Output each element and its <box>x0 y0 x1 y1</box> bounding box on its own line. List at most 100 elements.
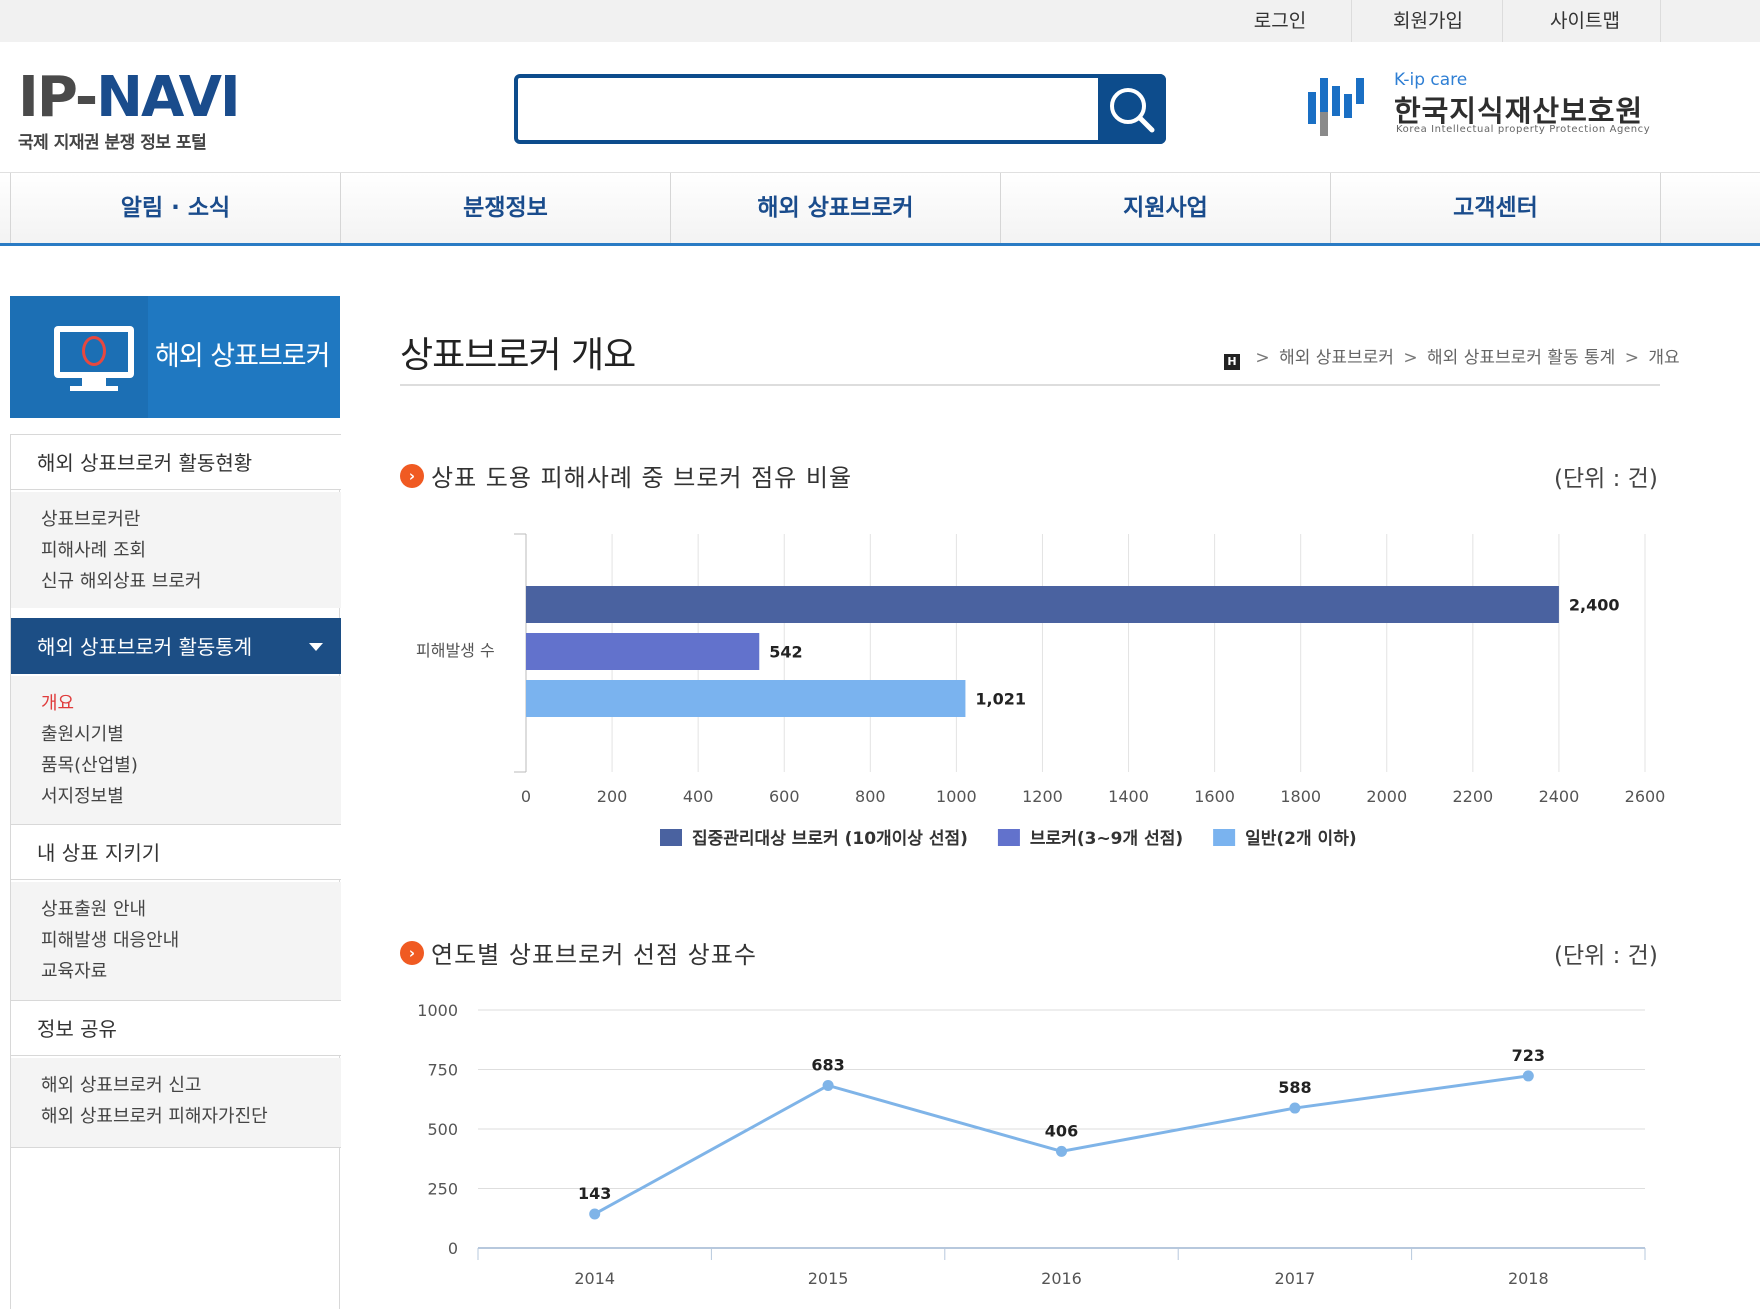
x-tick-label: 2400 <box>1539 787 1580 806</box>
y-tick-label: 500 <box>427 1120 458 1139</box>
y-category-label: 피해발생 수 <box>416 641 495 660</box>
gnb-item-customer-center[interactable]: 고객센터 <box>1331 173 1660 243</box>
lnb-item-by-bibliographic[interactable]: 서지정보별 <box>41 785 124 809</box>
lnb-item-what-is-broker[interactable]: 상표브로커란 <box>41 508 140 532</box>
y-tick-label: 0 <box>448 1239 458 1258</box>
breadcrumb-separator: > <box>1403 348 1418 368</box>
lnb-item-response-guide[interactable]: 피해발생 대응안내 <box>41 929 179 953</box>
lnb-item-by-industry[interactable]: 품목(산업별) <box>41 754 138 778</box>
data-point <box>589 1208 601 1220</box>
agency-eng: Korea Intellectual property Protection A… <box>1396 124 1651 135</box>
series-line <box>593 1074 1529 1216</box>
agency-mark-icon <box>1308 78 1364 136</box>
section-unit: (단위 : 건) <box>1554 943 1658 969</box>
legend-swatch <box>660 829 682 846</box>
home-icon[interactable]: H <box>1224 354 1240 370</box>
lnb-submenu: 상표출원 안내 피해발생 대응안내 교육자료 <box>11 882 341 1000</box>
lnb-item-report-broker[interactable]: 해외 상표브로커 신고 <box>41 1074 201 1098</box>
logo-ip: IP <box>18 65 77 130</box>
section-unit: (단위 : 건) <box>1554 466 1658 492</box>
logo-subtitle: 국제 지재권 분쟁 정보 포털 <box>18 133 207 153</box>
legend-swatch <box>997 829 1020 846</box>
gnb-item-disputes[interactable]: 분쟁정보 <box>341 173 670 243</box>
x-tick-label: 2200 <box>1452 787 1493 806</box>
main-navigation: 알림 · 소식 분쟁정보 해외 상표브로커 지원사업 고객센터 <box>0 172 1760 246</box>
caret-down-icon <box>309 643 323 651</box>
login-link[interactable]: 로그인 <box>1222 0 1338 42</box>
lnb-item-damage-cases[interactable]: 피해사례 조회 <box>41 539 146 563</box>
gnb-item-support[interactable]: 지원사업 <box>1001 173 1330 243</box>
gnb-divider <box>1660 173 1661 243</box>
data-point <box>822 1079 834 1091</box>
search-input[interactable] <box>524 82 1102 136</box>
lnb-item-by-filing-period[interactable]: 출원시기별 <box>41 723 124 747</box>
agency-kip: K-ip care <box>1394 70 1468 90</box>
lnb-item-filing-guide[interactable]: 상표출원 안내 <box>41 898 146 922</box>
lnb-group-activity-stats[interactable]: 해외 상표브로커 활동통계 <box>11 618 341 674</box>
lnb-item-overview[interactable]: 개요 <box>41 692 74 716</box>
lnb-group-protect-trademark[interactable]: 내 상표 지키기 <box>11 824 341 880</box>
search-button[interactable] <box>1098 74 1166 144</box>
breadcrumb-separator: > <box>1624 348 1639 368</box>
x-tick-label: 1000 <box>936 787 977 806</box>
bar <box>526 586 1559 623</box>
chevron-right-icon: › <box>400 941 424 965</box>
breadcrumb-separator: > <box>1255 348 1270 368</box>
ip-navi-logo[interactable]: IP-NAVI <box>18 70 241 126</box>
data-point <box>1056 1145 1067 1157</box>
title-divider <box>400 384 1660 386</box>
search-box <box>514 74 1166 144</box>
bar-chart: 0 200 400 600 800 1000 1200 1400 1600 1800 2000 220… <box>416 533 1666 849</box>
section-title-yearly-trademarks: 연도별 상표브로커 선점 상표수 <box>431 941 757 969</box>
lnb-header-icon-area <box>10 296 148 418</box>
gnb-item-trademark-broker[interactable]: 해외 상표브로커 <box>671 173 1000 243</box>
lnb-group-activity-status[interactable]: 해외 상표브로커 활동현황 <box>11 434 341 490</box>
y-tick-label: 1000 <box>417 1001 458 1020</box>
data-value-label: 723 <box>1512 1046 1545 1065</box>
x-tick-label: 800 <box>855 787 886 806</box>
data-value-label: 683 <box>811 1055 844 1074</box>
y-tick-label: 250 <box>427 1180 458 1199</box>
lnb-submenu: 개요 출원시기별 품목(산업별) 서지정보별 <box>11 676 341 824</box>
data-value-label: 143 <box>578 1184 611 1203</box>
page-title: 상표브로커 개요 <box>400 335 636 376</box>
data-value-label: 588 <box>1278 1078 1311 1097</box>
lnb-item-self-diagnosis[interactable]: 해외 상표브로커 피해자가진단 <box>41 1105 268 1129</box>
gnb-item-news[interactable]: 알림 · 소식 <box>11 173 340 243</box>
utility-bar: 로그인 회원가입 사이트맵 <box>0 0 1760 42</box>
x-tick-label: 2600 <box>1625 787 1666 806</box>
breadcrumb-item[interactable]: 해외 상표브로커 활동 통계 <box>1427 348 1615 368</box>
x-tick-label: 2016 <box>1041 1269 1082 1288</box>
x-tick-label: 200 <box>597 787 628 806</box>
x-tick-label: 400 <box>683 787 714 806</box>
search-icon <box>1110 88 1155 133</box>
lnb-group-info-share[interactable]: 정보 공유 <box>11 1000 341 1056</box>
legend-swatch <box>1213 829 1236 846</box>
section-title-broker-share: 상표 도용 피해사례 중 브로커 점유 비율 <box>431 464 853 492</box>
x-tick-label: 1200 <box>1022 787 1063 806</box>
breadcrumb-item[interactable]: 해외 상표브로커 <box>1279 348 1394 368</box>
x-tick-label: 2017 <box>1275 1269 1316 1288</box>
lnb-item-education[interactable]: 교육자료 <box>41 960 107 984</box>
chevron-right-icon: › <box>400 464 424 488</box>
x-tick-label: 600 <box>769 787 800 806</box>
data-point <box>1289 1102 1301 1114</box>
bar <box>526 680 966 717</box>
lnb-item-new-broker[interactable]: 신규 해외상표 브로커 <box>41 570 201 594</box>
lnb-submenu: 상표브로커란 피해사례 조회 신규 해외상표 브로커 <box>11 492 341 608</box>
breadcrumb-item[interactable]: 개요 <box>1648 348 1679 368</box>
data-value-label: 406 <box>1045 1121 1078 1140</box>
agency-logo[interactable]: K-ip care 한국지식재산보호원 Korea Intellectual p… <box>1306 70 1666 140</box>
legend-label: 브로커(3~9개 선점) <box>1030 829 1183 849</box>
side-navigation: 해외 상표브로커 활동현황 상표브로커란 피해사례 조회 신규 해외상표 브로커… <box>10 434 341 1309</box>
legend-label: 집중관리대상 브로커 (10개이상 선점) <box>692 829 968 849</box>
x-tick-label: 1800 <box>1280 787 1321 806</box>
lnb-header: 해외 상표브로커 <box>10 296 340 418</box>
monitor-icon <box>54 326 134 391</box>
x-tick-label: 2014 <box>574 1269 615 1288</box>
join-link[interactable]: 회원가입 <box>1370 0 1486 42</box>
breadcrumb: H > 해외 상표브로커 > 해외 상표브로커 활동 통계 > 개요 <box>1224 343 1680 370</box>
lnb-title: 해외 상표브로커 <box>155 341 330 372</box>
lnb-submenu: 해외 상표브로커 신고 해외 상표브로커 피해자가진단 <box>11 1058 341 1148</box>
sitemap-link[interactable]: 사이트맵 <box>1520 0 1650 42</box>
